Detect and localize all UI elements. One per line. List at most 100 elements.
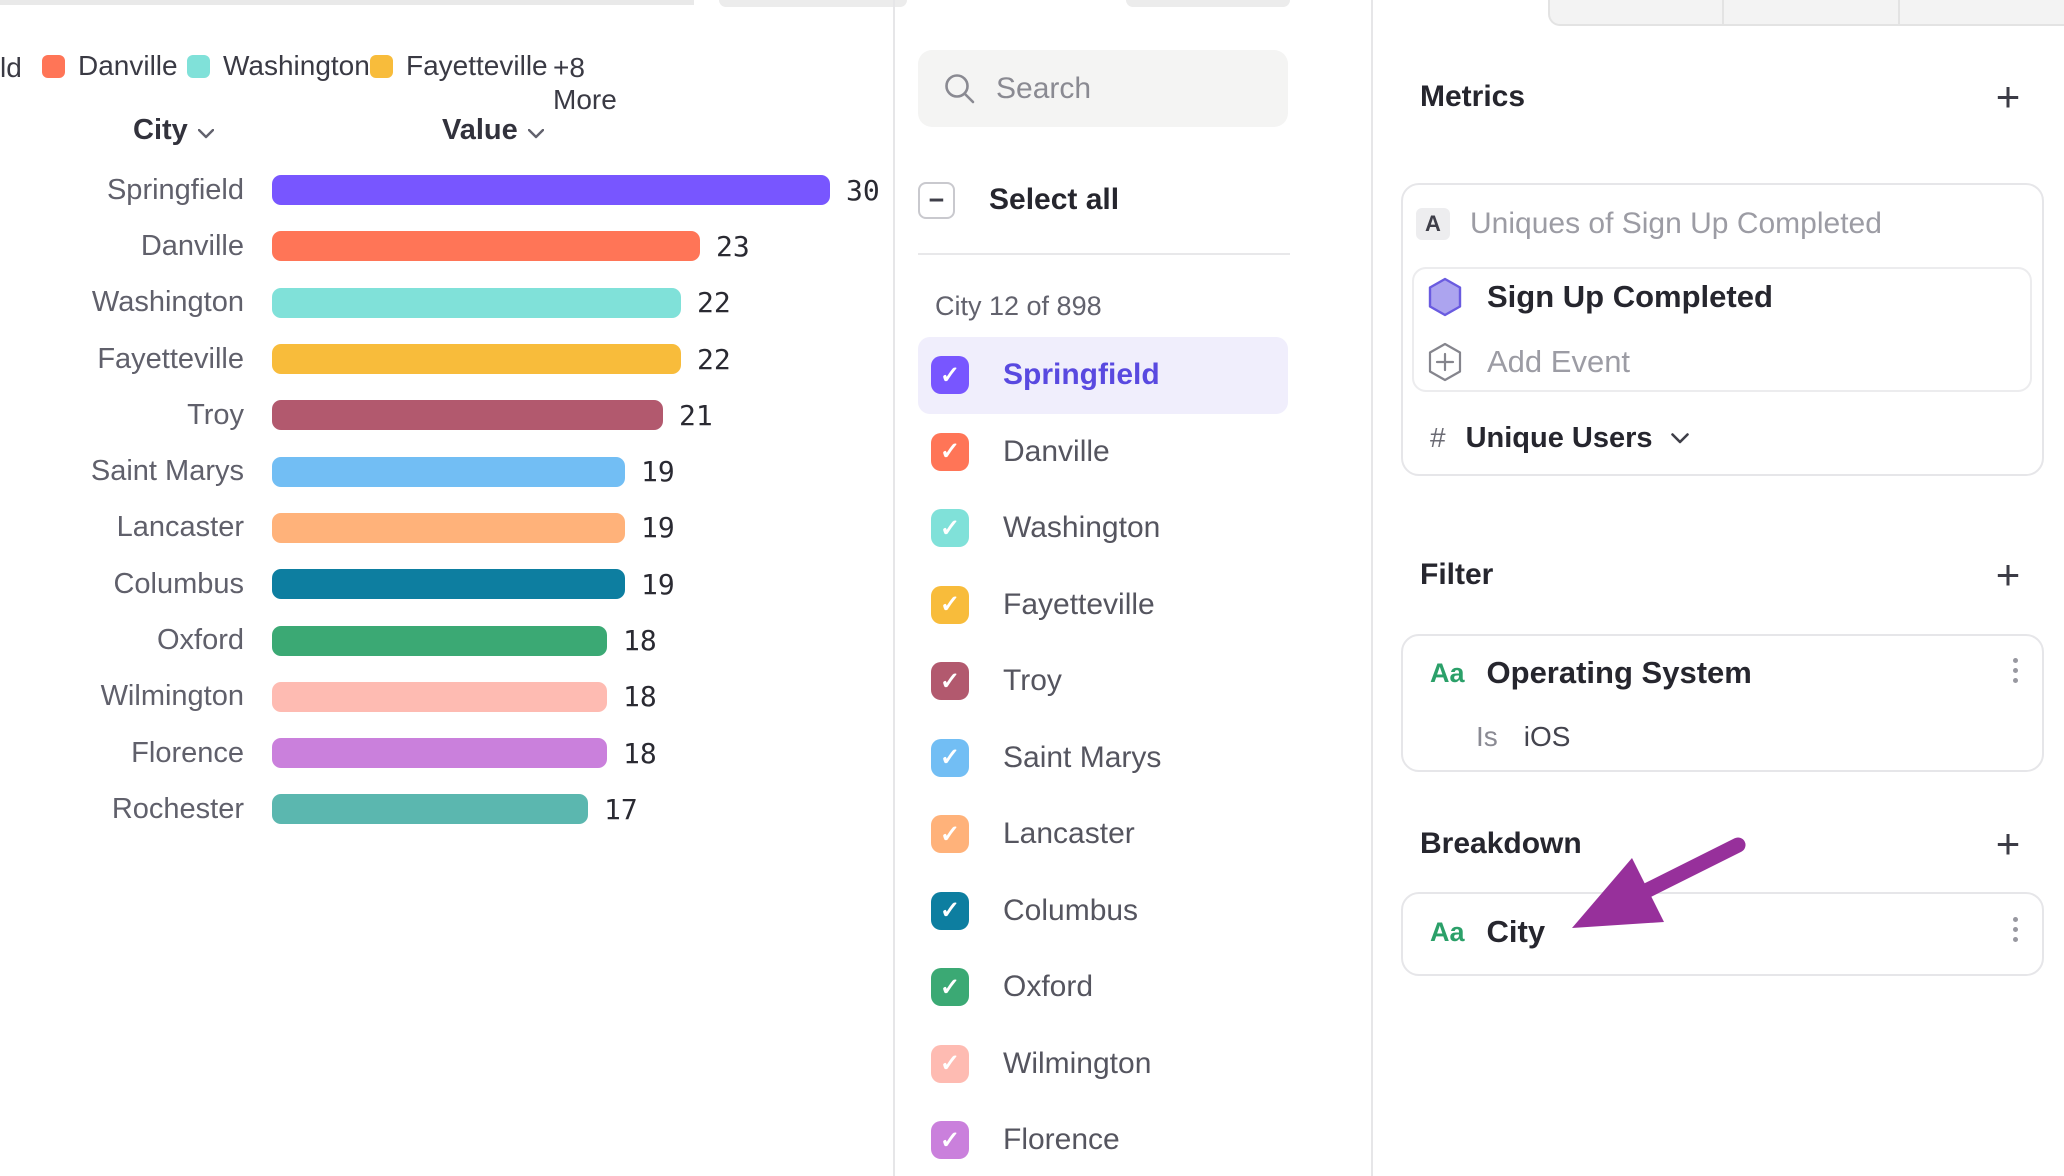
add-event-row[interactable]: Add Event (1427, 342, 1630, 382)
chart-category-label: Springfield (0, 174, 244, 207)
chart-bar[interactable] (272, 288, 681, 318)
chart-row: Fayetteville22 (0, 331, 893, 387)
city-checkbox-checked[interactable]: ✓ (931, 739, 969, 777)
value-column-header[interactable]: Value (442, 114, 544, 147)
city-checkbox-checked[interactable]: ✓ (931, 586, 969, 624)
city-checkbox-checked[interactable]: ✓ (931, 509, 969, 547)
city-label: Columbus (1003, 894, 1138, 928)
segment-divider (1898, 0, 1900, 24)
chart-bar[interactable] (272, 626, 607, 656)
city-checkbox-checked[interactable]: ✓ (931, 968, 969, 1006)
city-list-item[interactable]: ✓ Lancaster (918, 796, 1288, 873)
breakdown-property-row[interactable]: Aa City (1430, 912, 1545, 952)
chart-bar[interactable] (272, 400, 663, 430)
add-event-label: Add Event (1487, 344, 1630, 380)
add-breakdown-button[interactable]: + (1988, 824, 2028, 864)
chart-category-label: Oxford (0, 624, 244, 657)
select-all-row[interactable]: − Select all (918, 176, 1288, 224)
add-event-hexagon-plus-icon (1427, 342, 1463, 382)
chart-row: Wilmington18 (0, 669, 893, 725)
chart-row: Rochester17 (0, 781, 893, 837)
city-list-item[interactable]: ✓Florence (918, 1102, 1288, 1176)
legend-item[interactable]: Fayetteville (370, 50, 548, 82)
legend-label: Washington (223, 50, 370, 82)
chart-bar[interactable] (272, 457, 625, 487)
city-list-item[interactable]: ✓Washington (918, 490, 1288, 567)
chart-category-label: Columbus (0, 568, 244, 601)
event-hexagon-icon (1427, 277, 1463, 317)
city-list-item[interactable]: ✓Danville (918, 414, 1288, 491)
add-filter-button[interactable]: + (1988, 555, 2028, 595)
city-list-item[interactable]: ✓Wilmington (918, 1026, 1288, 1103)
legend-item[interactable]: Danville (42, 50, 178, 82)
segment-divider (1722, 0, 1724, 24)
filter-section-title: Filter (1420, 558, 1493, 592)
city-checkbox-checked[interactable]: ✓ (931, 815, 969, 853)
chart-row: Washington22 (0, 275, 893, 331)
app-window: ld DanvilleWashingtonFayetteville +8 Mor… (0, 0, 2064, 1176)
city-list-item[interactable]: ✓Saint Marys (918, 720, 1288, 797)
event-row[interactable]: Sign Up Completed (1427, 277, 1773, 317)
chart-value-label: 23 (716, 230, 750, 263)
number-icon: # (1430, 422, 1446, 454)
aggregation-selector[interactable]: # Unique Users (1430, 420, 1689, 456)
search-input[interactable]: Search (918, 50, 1288, 127)
chart-bar[interactable] (272, 682, 607, 712)
legend-swatch (370, 55, 393, 78)
filter-options-kebab-icon[interactable] (2006, 658, 2024, 683)
filter-property-name: Operating System (1487, 655, 1752, 691)
chart-bar[interactable] (272, 513, 625, 543)
chart-bar[interactable] (272, 569, 625, 599)
chart-bar[interactable] (272, 738, 607, 768)
chart-row: Oxford18 (0, 612, 893, 668)
filter-value: iOS (1524, 721, 1571, 753)
city-label: Lancaster (1003, 817, 1135, 851)
add-metric-button[interactable]: + (1988, 77, 2028, 117)
chart-bar[interactable] (272, 344, 681, 374)
city-checkbox-checked[interactable]: ✓ (931, 1045, 969, 1083)
city-checkbox-checked[interactable]: ✓ (931, 892, 969, 930)
city-checkbox-checked[interactable]: ✓ (931, 662, 969, 700)
city-list-item[interactable]: ✓Oxford (918, 949, 1288, 1026)
select-all-label: Select all (989, 183, 1119, 217)
filter-condition-row[interactable]: Is iOS (1476, 720, 1570, 754)
aggregation-label: Unique Users (1466, 422, 1653, 455)
metrics-section-title: Metrics (1420, 80, 1525, 114)
legend-item-clipped[interactable]: ld (0, 52, 22, 84)
filter-property-row[interactable]: Aa Operating System (1430, 653, 1752, 693)
annotation-arrow (1540, 810, 1770, 950)
city-checkbox-checked[interactable]: ✓ (931, 433, 969, 471)
chart-category-label: Florence (0, 737, 244, 770)
breakdown-options-kebab-icon[interactable] (2006, 917, 2024, 942)
filter-operator: Is (1476, 721, 1498, 753)
city-checkbox-checked[interactable]: ✓ (931, 1121, 969, 1159)
city-checkbox-checked[interactable]: ✓ (931, 356, 969, 394)
search-placeholder: Search (996, 72, 1091, 106)
city-label: Springfield (1003, 358, 1160, 392)
top-segmented-control[interactable] (1548, 0, 2064, 26)
chart-bar[interactable] (272, 794, 588, 824)
chart-row: Lancaster19 (0, 500, 893, 556)
select-all-checkbox-indeterminate[interactable]: − (918, 182, 955, 219)
city-checkbox-list: ✓Springfield✓Danville✓Washington✓Fayette… (918, 337, 1288, 1176)
legend-more-link[interactable]: +8 More (553, 52, 617, 116)
city-list-item[interactable]: ✓Troy (918, 643, 1288, 720)
chevron-down-icon (198, 114, 214, 147)
chart-row: Columbus 19 (0, 556, 893, 612)
chevron-down-icon (1671, 433, 1689, 444)
city-label: Fayetteville (1003, 588, 1155, 622)
city-list-item[interactable]: ✓ Fayetteville (918, 567, 1288, 644)
chart-value-label: 19 (641, 568, 675, 601)
city-list-item[interactable]: ✓ Columbus (918, 873, 1288, 950)
chart-table-header: City Value (0, 114, 893, 152)
city-column-header[interactable]: City (133, 114, 214, 147)
chart-row: Danville23 (0, 218, 893, 274)
city-list-item[interactable]: ✓ Springfield (918, 337, 1288, 414)
legend-item[interactable]: Washington (187, 50, 370, 82)
metric-summary-row[interactable]: A Uniques of Sign Up Completed (1416, 207, 1882, 241)
chart-bar[interactable] (272, 175, 830, 205)
chart-bar[interactable] (272, 231, 700, 261)
event-name: Sign Up Completed (1487, 279, 1773, 315)
chart-value-label: 30 (846, 174, 880, 207)
legend-swatch (187, 55, 210, 78)
